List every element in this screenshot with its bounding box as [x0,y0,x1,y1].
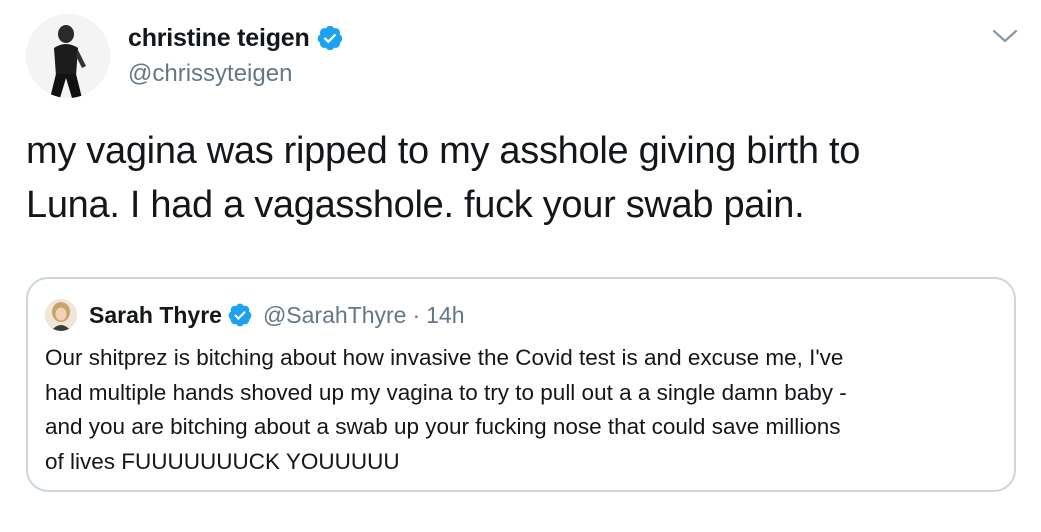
quoted-tweet-timestamp[interactable]: 14h [426,302,464,329]
quoted-author-avatar[interactable] [45,299,77,331]
tweet-text: my vagina was ripped to my asshole givin… [26,124,1006,232]
verified-badge-icon [227,302,253,328]
quoted-text-line: had multiple hands shoved up my vagina t… [45,379,847,405]
quoted-text-line: Our shitprez is bitching about how invas… [45,345,844,370]
author-avatar[interactable] [26,14,110,98]
quoted-author-name[interactable]: Sarah Thyre [89,302,222,329]
quoted-text-line: and you are bitching about a swab up you… [45,414,841,439]
quoted-author-handle[interactable]: @SarahThyre [263,302,407,329]
chevron-down-icon[interactable] [990,26,1020,46]
quoted-tweet-header: Sarah Thyre @SarahThyre · 14h [45,298,465,332]
author-name-row: christine teigen [128,22,344,54]
quoted-tweet-text: Our shitprez is bitching about how invas… [45,341,995,479]
quoted-text-line: of lives FUUUUUUUCK YOUUUUU [45,448,400,474]
author-handle[interactable]: @chrissyteigen [128,60,344,88]
tweet-text-line: Luna. I had a vagasshole. fuck your swab… [26,184,805,226]
author-name[interactable]: christine teigen [128,24,310,53]
quoted-tweet-card[interactable]: Sarah Thyre @SarahThyre · 14h Our shitpr… [26,277,1016,492]
author-block: christine teigen @chrissyteigen [128,22,344,88]
separator-dot: · [412,301,421,328]
verified-badge-icon [316,24,344,52]
tweet-text-line: my vagina was ripped to my asshole givin… [26,130,861,172]
